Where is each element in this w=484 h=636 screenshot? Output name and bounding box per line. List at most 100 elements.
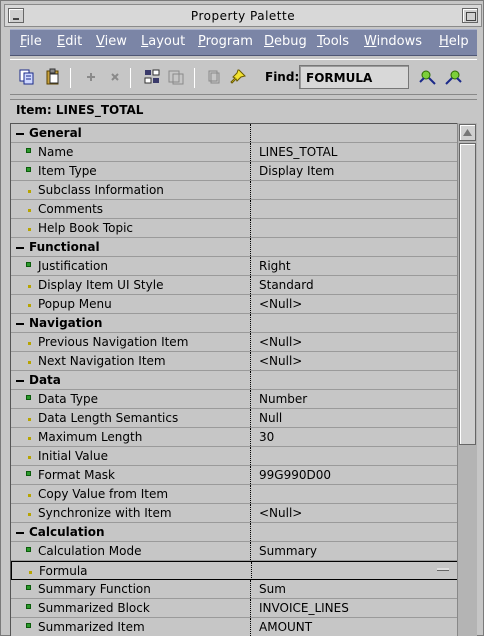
property-value[interactable]: <Null> bbox=[259, 297, 302, 311]
property-row[interactable]: Subclass Information bbox=[11, 181, 457, 200]
property-value[interactable]: Right bbox=[259, 259, 291, 273]
property-row[interactable]: Maximum Length 30 bbox=[11, 428, 457, 447]
more-button[interactable] bbox=[437, 568, 449, 571]
property-classes-icon[interactable] bbox=[141, 66, 163, 88]
item-header: Item: LINES_TOTAL bbox=[10, 99, 477, 119]
category-row[interactable]: Data bbox=[11, 371, 457, 390]
property-name: Subclass Information bbox=[11, 181, 251, 199]
property-row[interactable]: Display Item UI Style Standard bbox=[11, 276, 457, 295]
property-name: Formula bbox=[12, 562, 252, 580]
property-row[interactable]: Next Navigation Item <Null> bbox=[11, 352, 457, 371]
property-value[interactable]: <Null> bbox=[259, 506, 302, 520]
property-row[interactable]: Data Type Number bbox=[11, 390, 457, 409]
paste-properties-icon[interactable] bbox=[42, 66, 64, 88]
property-name: Calculation bbox=[11, 523, 251, 541]
toolbar: Find: FORMULA bbox=[10, 59, 477, 95]
property-name: Display Item UI Style bbox=[11, 276, 251, 294]
menu-view[interactable]: View bbox=[96, 34, 127, 49]
property-row[interactable]: Copy Value from Item bbox=[11, 485, 457, 504]
property-row[interactable]: Item Type Display Item bbox=[11, 162, 457, 181]
pin-icon[interactable] bbox=[227, 66, 249, 88]
add-property-icon[interactable] bbox=[80, 66, 102, 88]
property-row[interactable]: Initial Value bbox=[11, 447, 457, 466]
category-row[interactable]: General bbox=[11, 124, 457, 143]
freeze-icon[interactable] bbox=[203, 66, 225, 88]
property-row[interactable]: Previous Navigation Item <Null> bbox=[11, 333, 457, 352]
property-name: Data bbox=[11, 371, 251, 389]
property-row[interactable]: Justification Right bbox=[11, 257, 457, 276]
property-name: Item Type bbox=[11, 162, 251, 180]
scrollbar-thumb[interactable] bbox=[459, 143, 476, 445]
property-row[interactable]: Summary Function Sum bbox=[11, 580, 457, 599]
property-name: Next Navigation Item bbox=[11, 352, 251, 370]
property-value[interactable]: Summary bbox=[259, 544, 317, 558]
property-name: Comments bbox=[11, 200, 251, 218]
menu-bar: File Edit View Layout Program Debug Tools Windo… bbox=[10, 29, 477, 56]
find-next-icon[interactable] bbox=[417, 66, 439, 88]
delete-property-icon[interactable] bbox=[104, 66, 126, 88]
property-value[interactable]: 99G990D00 bbox=[259, 468, 331, 482]
menu-program[interactable]: Program bbox=[198, 34, 253, 49]
property-palette-window: Property Palette File Edit View Layout Progr… bbox=[0, 0, 484, 636]
menu-tools[interactable]: Tools bbox=[317, 34, 349, 49]
property-value[interactable]: Sum bbox=[259, 582, 286, 596]
property-name: Help Book Topic bbox=[11, 219, 251, 237]
property-value[interactable]: 30 bbox=[259, 430, 274, 444]
property-row[interactable]: Name LINES_TOTAL bbox=[11, 143, 457, 162]
title-bar[interactable]: Property Palette bbox=[4, 4, 482, 27]
property-row[interactable]: Calculation Mode Summary bbox=[11, 542, 457, 561]
property-name: Summarized Block bbox=[11, 599, 251, 617]
property-value[interactable]: INVOICE_LINES bbox=[259, 601, 349, 615]
property-row[interactable]: Summarized Item AMOUNT bbox=[11, 618, 457, 636]
maximize-button[interactable] bbox=[462, 8, 478, 23]
menu-debug[interactable]: Debug bbox=[264, 34, 307, 49]
find-previous-icon[interactable] bbox=[442, 66, 464, 88]
copy-properties-icon[interactable] bbox=[16, 66, 38, 88]
property-row[interactable]: Formula bbox=[11, 561, 457, 580]
category-row[interactable]: Functional bbox=[11, 238, 457, 257]
property-name: Calculation Mode bbox=[11, 542, 251, 560]
inherit-property-icon[interactable] bbox=[165, 66, 187, 88]
property-value[interactable]: Display Item bbox=[259, 164, 334, 178]
property-name: Synchronize with Item bbox=[11, 504, 251, 522]
property-name: Data Length Semantics bbox=[11, 409, 251, 427]
menu-layout[interactable]: Layout bbox=[141, 34, 185, 49]
property-row[interactable]: Data Length Semantics Null bbox=[11, 409, 457, 428]
property-row[interactable]: Format Mask 99G990D00 bbox=[11, 466, 457, 485]
property-row[interactable]: Popup Menu <Null> bbox=[11, 295, 457, 314]
category-row[interactable]: Calculation bbox=[11, 523, 457, 542]
menu-windows[interactable]: Windows bbox=[364, 34, 422, 49]
menu-file[interactable]: File bbox=[20, 34, 42, 49]
property-row[interactable]: Comments bbox=[11, 200, 457, 219]
property-name: Data Type bbox=[11, 390, 251, 408]
find-input[interactable]: FORMULA bbox=[299, 65, 409, 89]
property-value[interactable]: Number bbox=[259, 392, 307, 406]
property-name: Name bbox=[11, 143, 251, 161]
property-row[interactable]: Summarized Block INVOICE_LINES bbox=[11, 599, 457, 618]
property-name: Navigation bbox=[11, 314, 251, 332]
property-name: General bbox=[11, 124, 251, 142]
scroll-up-button[interactable] bbox=[459, 124, 476, 141]
property-name: Initial Value bbox=[11, 447, 251, 465]
find-label: Find: bbox=[265, 70, 300, 84]
property-name: Popup Menu bbox=[11, 295, 251, 313]
property-value[interactable]: <Null> bbox=[259, 335, 302, 349]
property-value[interactable]: Null bbox=[259, 411, 282, 425]
property-name: Summarized Item bbox=[11, 618, 251, 636]
property-name: Functional bbox=[11, 238, 251, 256]
property-value[interactable]: <Null> bbox=[259, 354, 302, 368]
menu-edit[interactable]: Edit bbox=[57, 34, 82, 49]
property-value[interactable]: AMOUNT bbox=[259, 620, 312, 634]
property-name: Summary Function bbox=[11, 580, 251, 598]
property-name: Maximum Length bbox=[11, 428, 251, 446]
property-name: Previous Navigation Item bbox=[11, 333, 251, 351]
property-value[interactable]: Standard bbox=[259, 278, 314, 292]
property-value[interactable]: LINES_TOTAL bbox=[259, 145, 337, 159]
property-name: Justification bbox=[11, 257, 251, 275]
menu-help[interactable]: Help bbox=[439, 34, 469, 49]
property-row[interactable]: Help Book Topic bbox=[11, 219, 457, 238]
window-title: Property Palette bbox=[190, 9, 296, 23]
property-row[interactable]: Synchronize with Item <Null> bbox=[11, 504, 457, 523]
vertical-scrollbar[interactable] bbox=[457, 123, 477, 636]
category-row[interactable]: Navigation bbox=[11, 314, 457, 333]
